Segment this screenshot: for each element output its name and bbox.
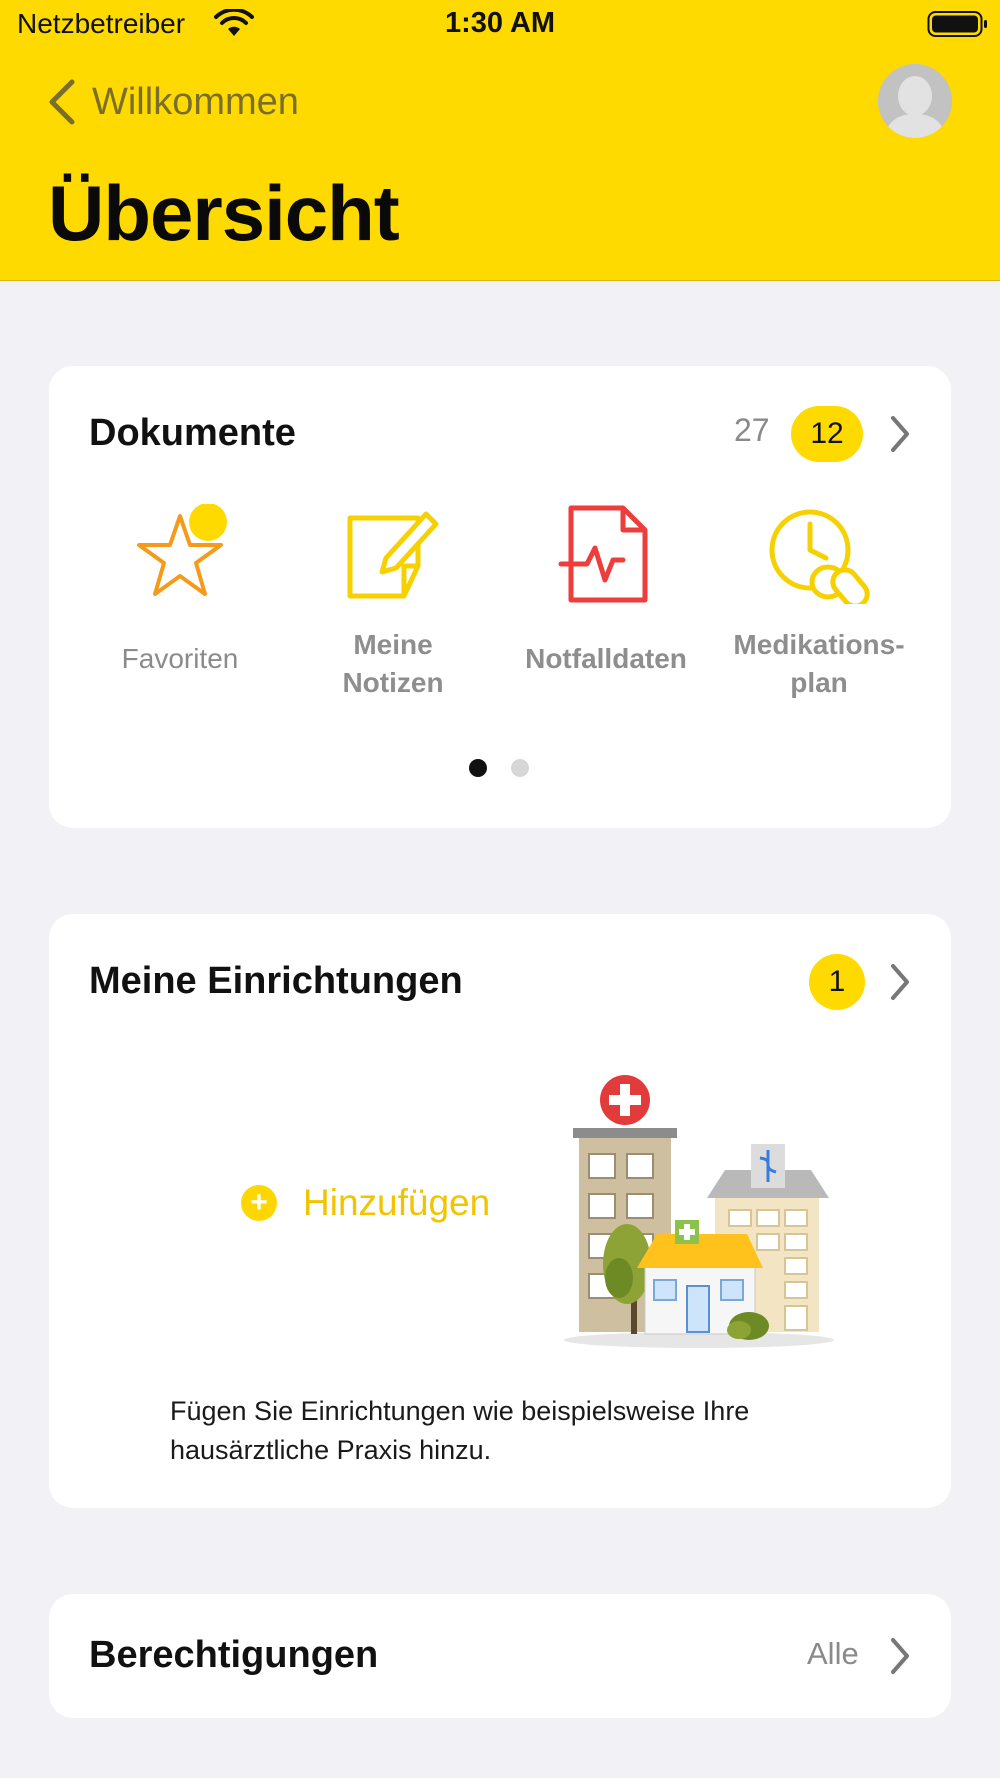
permissions-title: Berechtigungen [89, 1634, 379, 1676]
facilities-title: Meine Einrichtungen [89, 960, 463, 1002]
navigation-header: Netzbetreiber 1:30 AM Willkommen Übersic… [0, 0, 1000, 281]
permissions-value: Alle [807, 1636, 859, 1671]
star-icon [137, 504, 227, 596]
chevron-right-icon[interactable] [887, 1636, 913, 1676]
documents-card[interactable]: Dokumente 27 12 Favoriten Meine Notizen … [49, 366, 951, 828]
doc-item-favoriten[interactable]: Favoriten [80, 504, 280, 678]
chevron-left-icon [49, 79, 75, 125]
documents-new-badge: 12 [791, 406, 863, 462]
battery-icon [927, 11, 987, 37]
doc-item-notfalldaten[interactable]: Notfalldaten [506, 504, 706, 678]
documents-total-count: 27 [734, 412, 770, 448]
add-facility-button[interactable]: + Hinzufügen [241, 1182, 490, 1224]
back-button[interactable]: Willkommen [44, 72, 299, 132]
plus-circle-icon: + [241, 1185, 277, 1221]
back-button-label: Willkommen [92, 80, 299, 123]
status-bar: Netzbetreiber 1:30 AM [0, 0, 1000, 50]
add-facility-label: Hinzufügen [303, 1182, 491, 1223]
note-icon [347, 511, 439, 599]
permissions-card[interactable]: Berechtigungen Alle [49, 1594, 951, 1718]
doc-item-medikationsplan[interactable]: Medikations-plan [719, 504, 919, 702]
facilities-count-badge: 1 [809, 954, 865, 1010]
facilities-card[interactable]: Meine Einrichtungen 1 + Hinzufügen Fügen… [49, 914, 951, 1508]
medication-clock-icon [769, 509, 870, 604]
doc-label-favoriten: Favoriten [121, 643, 239, 674]
page-title: Übersicht [48, 169, 400, 257]
facilities-description: Fügen Sie Einrichtungen wie beispielswei… [170, 1396, 750, 1465]
doc-label-meine-notizen: Meine Notizen [342, 629, 444, 698]
clock: 1:30 AM [444, 7, 556, 39]
page-indicator-inactive[interactable] [511, 759, 529, 777]
page-indicator-active[interactable] [469, 759, 487, 777]
profile-avatar[interactable] [878, 64, 952, 138]
doc-label-medikationsplan: Medikations-plan [733, 629, 905, 698]
facilities-illustration [564, 1075, 834, 1348]
doc-item-meine-notizen[interactable]: Meine Notizen [293, 504, 493, 702]
person-icon [878, 64, 952, 138]
chevron-right-icon[interactable] [887, 414, 913, 454]
documents-title: Dokumente [89, 412, 296, 454]
chevron-right-icon[interactable] [887, 962, 913, 1002]
emergency-document-icon [558, 505, 648, 603]
doc-label-notfalldaten: Notfalldaten [525, 643, 687, 674]
